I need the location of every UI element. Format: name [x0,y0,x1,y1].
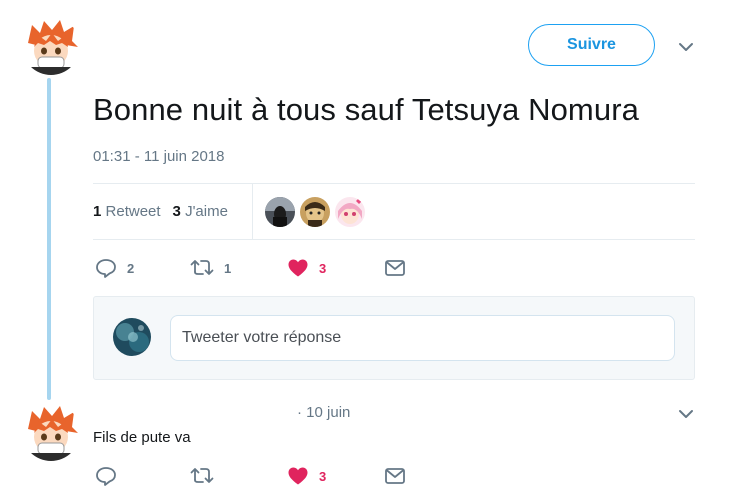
reply-icon [95,466,117,486]
heart-icon [287,258,309,278]
message-action[interactable] [384,257,406,279]
chevron-down-icon[interactable] [677,40,695,52]
tweet-text: Bonne nuit à tous sauf Tetsuya Nomura [93,92,639,127]
liker-avatar[interactable] [335,197,365,227]
message-icon [384,259,406,277]
divider [93,183,695,184]
like-stat[interactable]: 3 J'aime [173,203,228,220]
current-user-avatar [113,318,151,356]
tweet-timestamp[interactable]: 01:31 - 11 juin 2018 [93,148,225,165]
reply-input[interactable]: Tweeter votre réponse [170,315,675,361]
divider [93,239,695,240]
stats-separator [252,184,253,239]
retweet-stat[interactable]: 1 Retweet [93,203,161,220]
reply-count: 2 [127,260,135,276]
like-count: 3 [319,468,327,484]
chevron-down-icon[interactable] [677,407,695,419]
reply-icon [95,258,117,278]
retweet-action[interactable] [190,465,214,487]
retweet-stat-label: Retweet [105,203,161,220]
reply-action[interactable] [95,465,117,487]
like-stat-label: J'aime [185,203,228,220]
retweet-count: 1 [224,260,232,276]
retweet-action[interactable]: 1 [190,257,231,279]
retweet-stat-count: 1 [93,203,102,220]
retweet-icon [190,466,214,486]
liker-avatar[interactable] [300,197,330,227]
follow-button[interactable]: Suivre [528,24,655,66]
like-action[interactable]: 3 [287,465,326,487]
like-count: 3 [319,260,327,276]
message-action[interactable] [384,465,406,487]
reply-action[interactable]: 2 [95,257,134,279]
tweet-stats: 1 Retweet 3 J'aime [93,203,228,220]
reply-text: Fils de pute va [93,429,191,446]
reply-date[interactable]: · 10 juin [297,404,350,421]
like-action[interactable]: 3 [287,257,326,279]
reply-author-avatar[interactable] [22,403,80,461]
author-avatar[interactable] [22,17,80,75]
message-icon [384,467,406,485]
like-stat-count: 3 [172,203,181,220]
retweet-icon [190,258,214,278]
liker-avatar[interactable] [265,197,295,227]
thread-line [47,78,51,400]
heart-icon [287,466,309,486]
